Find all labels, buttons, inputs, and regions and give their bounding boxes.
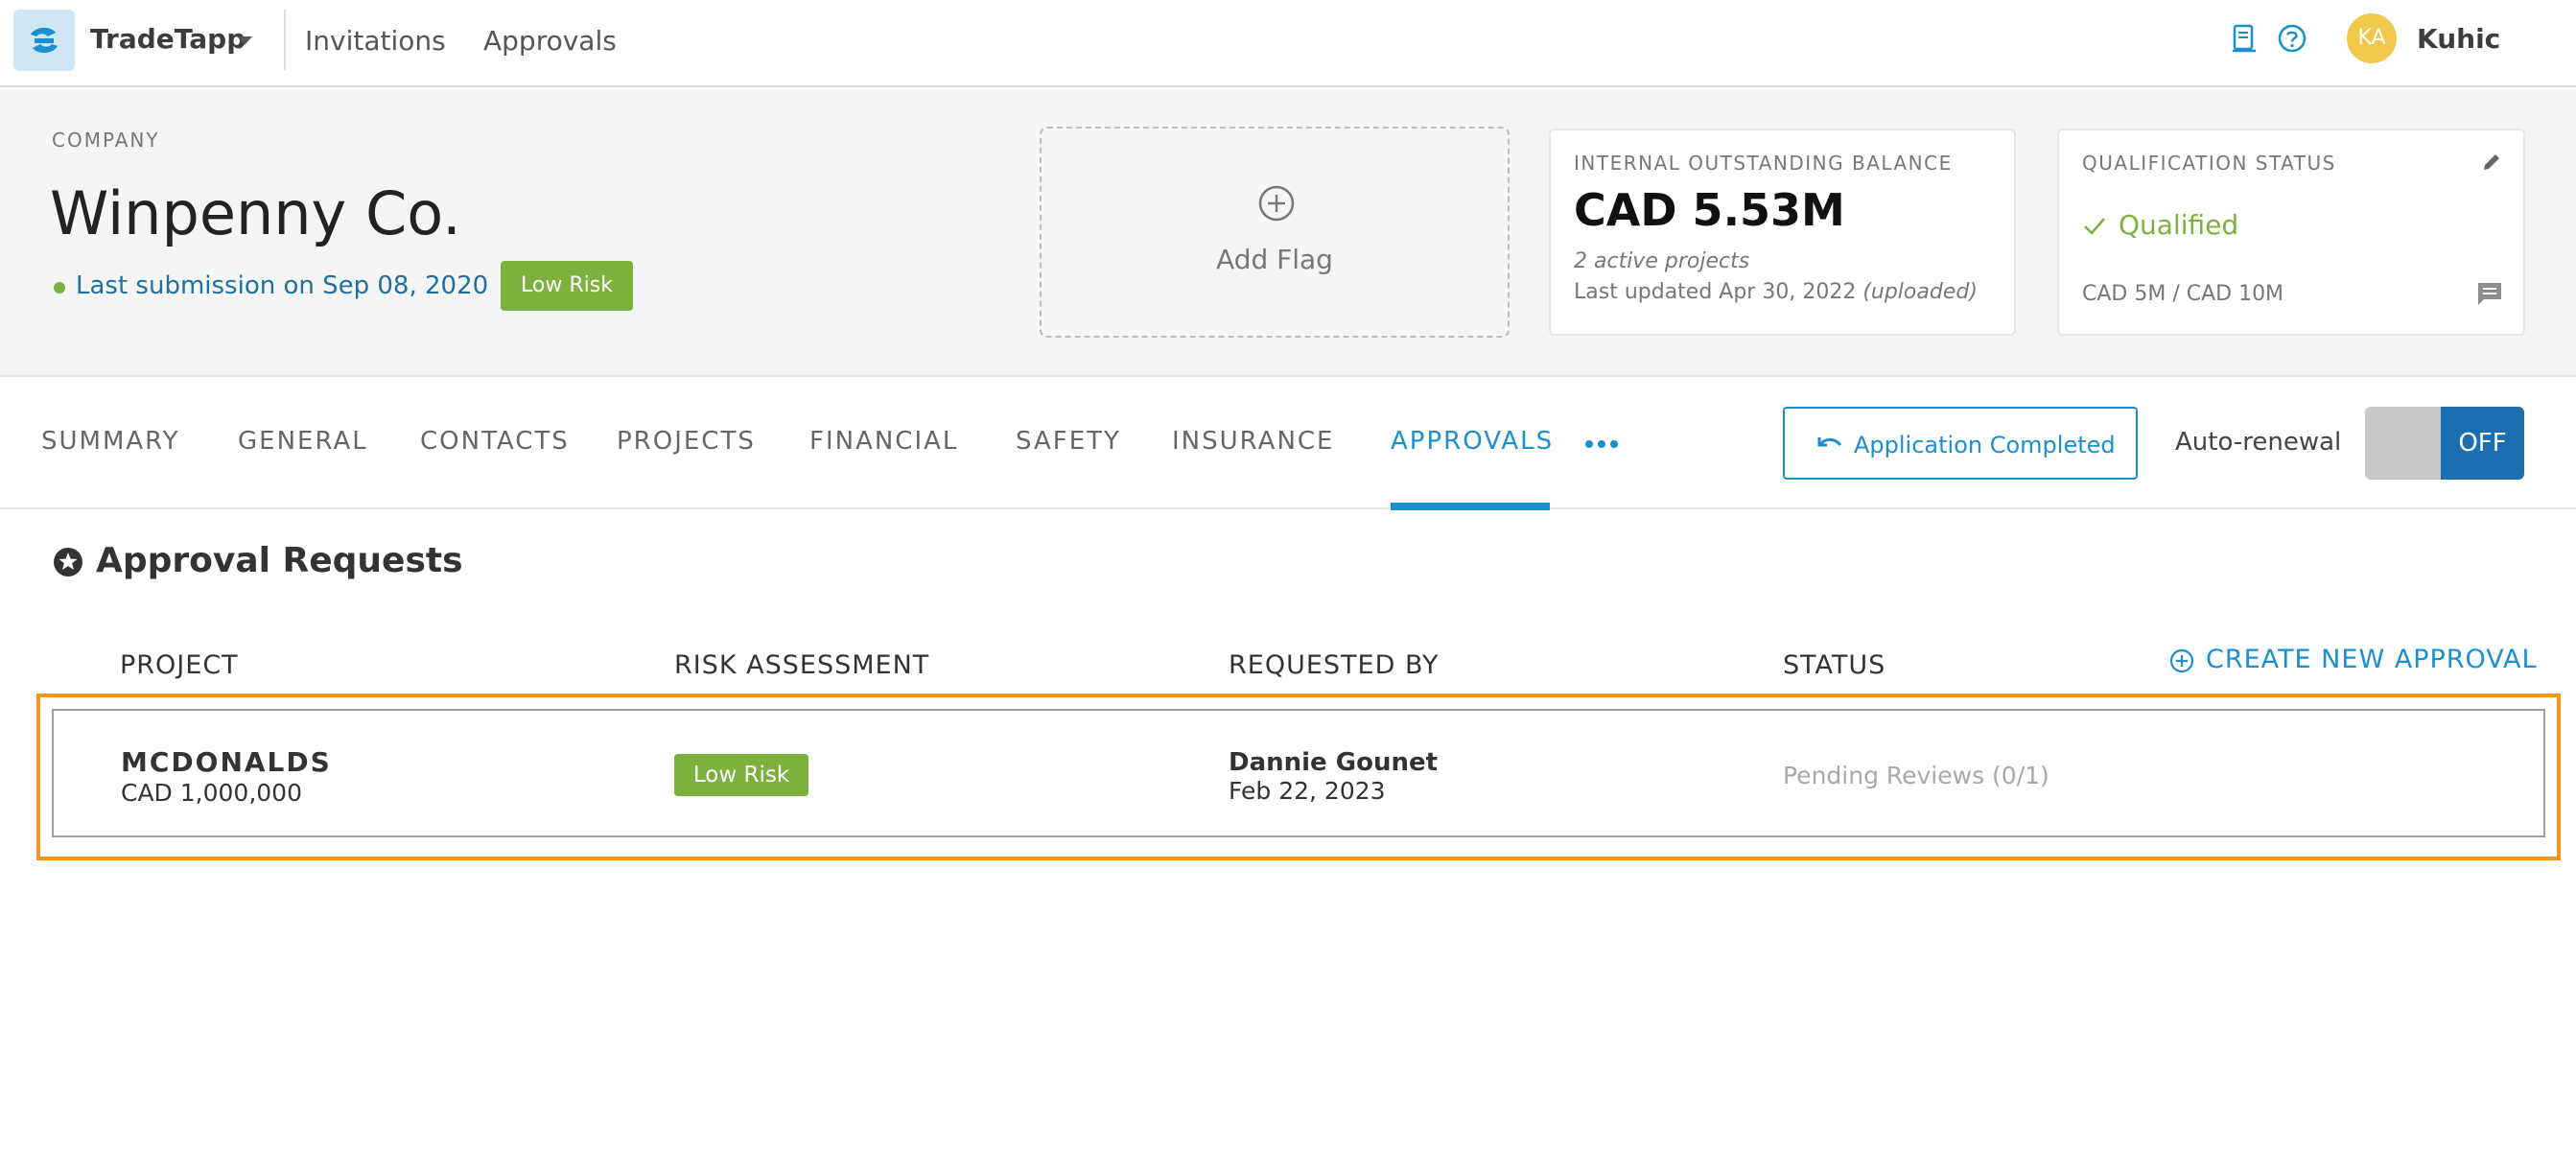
tab-summary[interactable]: SUMMARY [41,427,179,456]
pencil-icon[interactable] [2481,152,2502,173]
nav-invitations[interactable]: Invitations [305,25,446,57]
chevron-down-icon[interactable] [237,36,252,45]
balance-value: CAD 5.53M [1574,184,1845,236]
document-icon[interactable] [2231,23,2258,56]
qualification-range: CAD 5M / CAD 10M [2082,282,2284,306]
star-circle-icon [54,548,82,576]
undo-icon [1817,437,1842,447]
column-header-project: PROJECT [120,650,239,680]
section-title: Approval Requests [96,541,463,580]
tab-safety[interactable]: SAFETY [1016,427,1121,456]
plus-circle-icon [1258,185,1295,222]
requester-name: Dannie Gounet [1229,748,1439,777]
last-submission-link[interactable]: Last submission on Sep 08, 2020 [76,271,488,300]
last-updated-note: (uploaded) [1862,280,1978,304]
qualification-status: Qualified [2119,209,2239,241]
active-projects-label: active projects [1587,249,1750,273]
auto-renewal-toggle[interactable]: OFF [2365,407,2524,480]
active-tab-indicator [1391,503,1550,510]
tab-projects[interactable]: PROJECTS [617,427,756,456]
plus-circle-icon [2169,648,2194,673]
avatar[interactable]: KA [2347,13,2397,63]
project-name[interactable]: MCDONALDS [121,746,332,778]
last-updated-date: Last updated Apr 30, 2022 [1574,280,1863,304]
application-completed-label: Application Completed [1854,432,2116,459]
qualification-card: QUALIFICATION STATUS Qualified CAD 5M / … [2057,129,2525,336]
nav-approvals[interactable]: Approvals [483,25,617,57]
tab-approvals[interactable]: APPROVALS [1391,427,1554,456]
more-options-icon[interactable] [1584,437,1619,451]
create-new-approval-label: CREATE NEW APPROVAL [2206,645,2538,674]
active-projects: 2 active projects [1574,249,1749,273]
balance-caption: INTERNAL OUTSTANDING BALANCE [1574,152,1953,175]
company-label: COMPANY [52,129,160,152]
approval-status: Pending Reviews (0/1) [1783,762,2049,789]
tradetapp-logo[interactable] [13,10,75,71]
user-name[interactable]: Kuhic [2417,23,2500,55]
column-header-requested-by: REQUESTED BY [1229,650,1440,680]
balance-card: INTERNAL OUTSTANDING BALANCE CAD 5.53M 2… [1549,129,2016,336]
request-date: Feb 22, 2023 [1229,777,1386,805]
logo-icon [31,27,58,54]
comment-icon[interactable] [2475,280,2504,307]
last-updated: Last updated Apr 30, 2022 (uploaded) [1574,280,1978,304]
column-header-risk: RISK ASSESSMENT [674,650,930,680]
risk-badge: Low Risk [674,754,808,796]
company-name: Winpenny Co. [50,178,461,248]
risk-badge: Low Risk [501,261,633,311]
brand-switcher[interactable]: TradeTapp [90,23,246,55]
toggle-track [2365,407,2441,480]
toggle-state: OFF [2441,407,2524,480]
help-icon[interactable] [2277,23,2307,56]
project-amount: CAD 1,000,000 [121,779,302,807]
check-icon [2084,218,2105,235]
tab-general[interactable]: GENERAL [238,427,368,456]
tab-financial[interactable]: FINANCIAL [809,427,958,456]
column-header-status: STATUS [1783,650,1886,680]
active-projects-count: 2 [1574,249,1587,273]
tab-insurance[interactable]: INSURANCE [1172,427,1334,456]
top-nav: TradeTapp Invitations Approvals KA Kuhic [0,0,2576,87]
nav-divider [284,10,286,70]
status-dot-icon [54,282,65,294]
auto-renewal-label: Auto-renewal [2175,428,2342,457]
add-flag-button[interactable]: Add Flag [1040,127,1510,338]
tab-contacts[interactable]: CONTACTS [420,427,570,456]
qualification-caption: QUALIFICATION STATUS [2082,152,2336,175]
add-flag-label: Add Flag [1216,244,1333,275]
application-completed-button[interactable]: Application Completed [1783,407,2138,480]
